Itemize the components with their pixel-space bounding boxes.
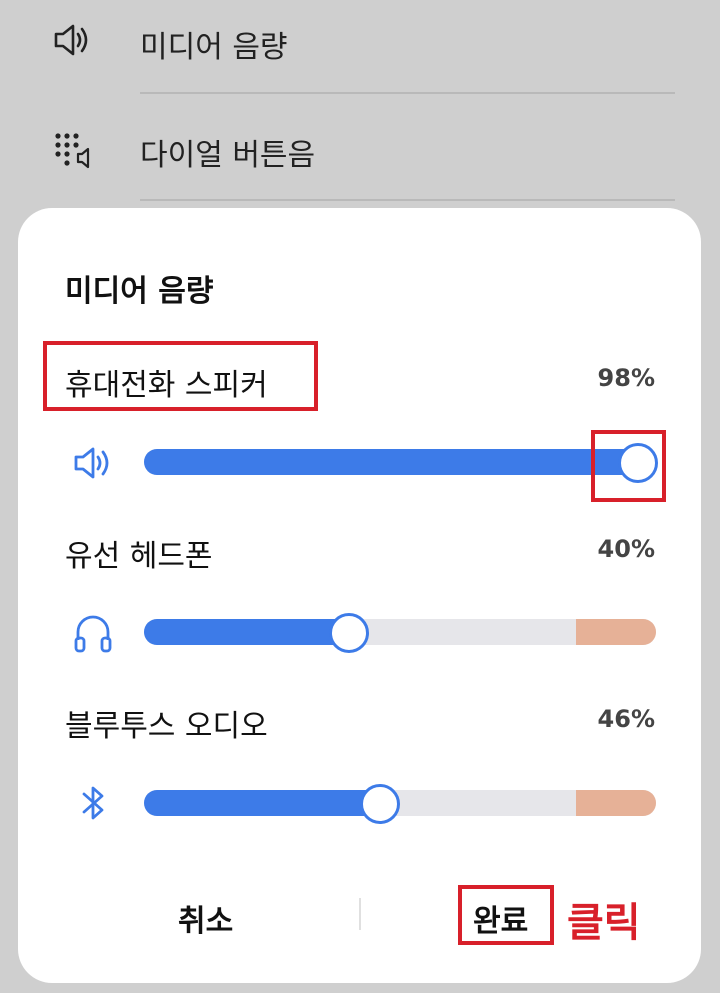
device-percent-wired-headphones: 40% xyxy=(597,535,655,563)
device-percent-phone-speaker: 98% xyxy=(597,364,655,392)
slider-fill xyxy=(144,449,646,475)
slider-warning-zone xyxy=(576,790,656,816)
slider-fill xyxy=(144,790,380,816)
bluetooth-icon xyxy=(82,786,104,820)
dialpad-icon xyxy=(55,133,90,169)
slider-warning-zone xyxy=(576,619,656,645)
highlight-box-done-button xyxy=(458,885,554,945)
device-name-bluetooth-audio: 블루투스 오디오 xyxy=(65,709,268,744)
divider xyxy=(140,92,675,94)
volume-slider-wired-headphones[interactable] xyxy=(144,619,656,645)
click-annotation: 클릭 xyxy=(567,900,641,946)
media-volume-dialog: 미디어 음량 휴대전화 스피커 98% 유선 헤드폰 40% 블루투스 오디오 … xyxy=(18,208,701,983)
device-percent-bluetooth-audio: 46% xyxy=(597,705,655,733)
highlight-box-slider-thumb xyxy=(591,430,666,502)
speaker-icon xyxy=(54,24,88,56)
slider-thumb-wired-headphones[interactable] xyxy=(328,613,369,653)
slider-thumb-bluetooth-audio[interactable] xyxy=(359,784,400,824)
slider-fill xyxy=(144,619,349,645)
cancel-button[interactable]: 취소 xyxy=(178,896,233,940)
highlight-box-device-name xyxy=(43,341,318,411)
volume-slider-bluetooth-audio[interactable] xyxy=(144,790,656,816)
volume-slider-phone-speaker[interactable] xyxy=(144,449,656,475)
headphones-icon xyxy=(74,615,112,653)
divider xyxy=(140,199,675,201)
settings-row-label: 다이얼 버튼음 xyxy=(140,138,316,173)
settings-row-media-volume[interactable]: 미디어 음량 xyxy=(0,0,720,100)
settings-row-dial-tone[interactable]: 다이얼 버튼음 xyxy=(0,108,720,208)
settings-row-label: 미디어 음량 xyxy=(140,30,288,65)
speaker-icon xyxy=(74,447,109,479)
dialog-title: 미디어 음량 xyxy=(65,274,214,309)
device-name-wired-headphones: 유선 헤드폰 xyxy=(65,539,213,574)
button-divider xyxy=(359,898,361,930)
